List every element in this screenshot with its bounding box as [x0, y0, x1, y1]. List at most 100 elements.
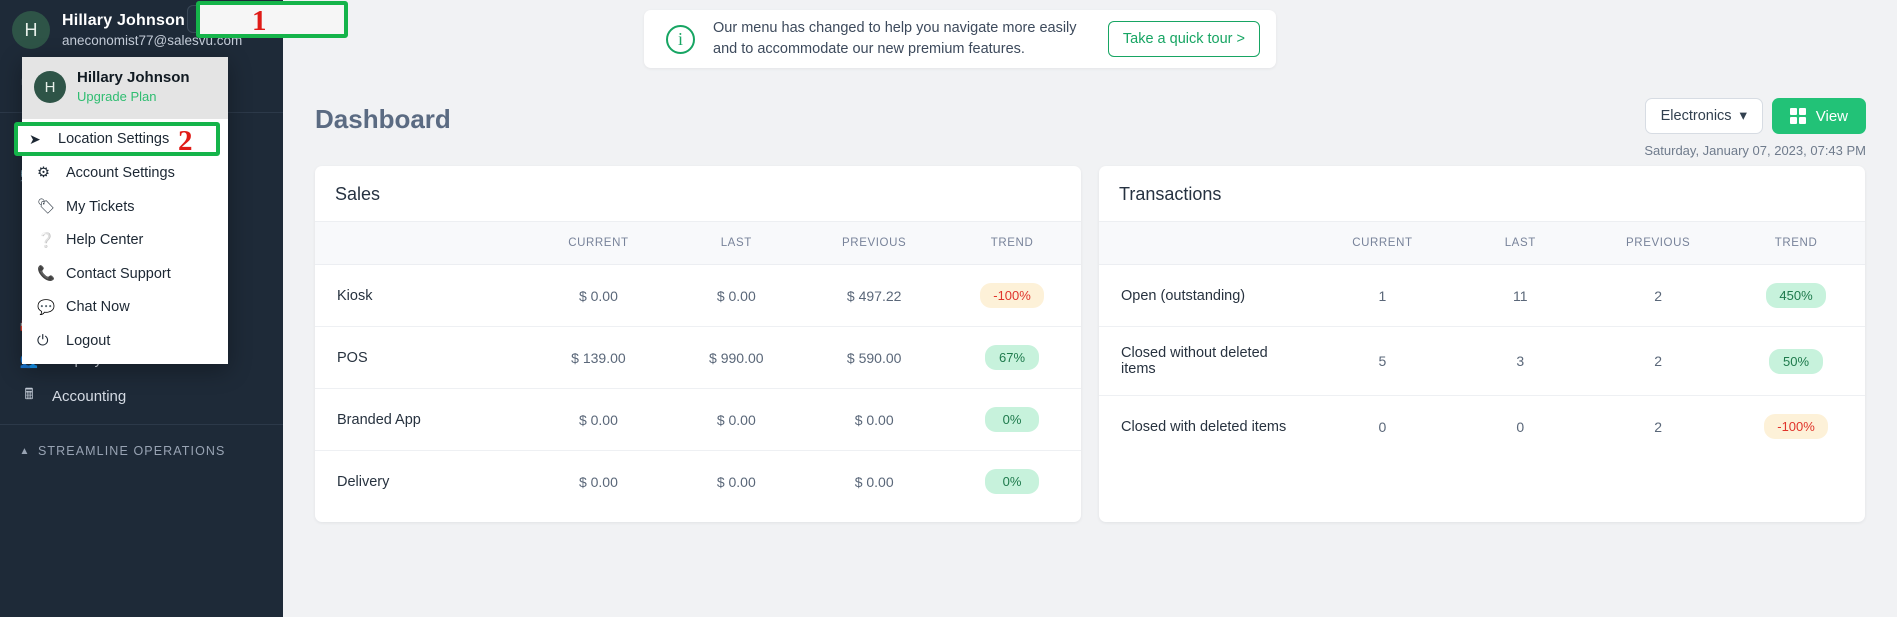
power-icon: ⏻ [37, 333, 63, 349]
menu-change-banner: i Our menu has changed to help you navig… [644, 10, 1276, 68]
cell-previous: $ 0.00 [805, 389, 943, 451]
take-a-quick-tour-button[interactable]: Take a quick tour > [1108, 21, 1260, 57]
card-bottom-edge [315, 512, 1081, 522]
dashboard-screen: H Hillary Johnson aneconomist77@salesvu.… [0, 0, 1897, 617]
row-label: POS [315, 327, 529, 389]
cell-previous: $ 0.00 [805, 451, 943, 513]
cell-previous: 2 [1589, 396, 1727, 458]
column-header: PREVIOUS [805, 222, 943, 265]
accounting-icon: 🖩 [12, 384, 46, 409]
column-header: LAST [667, 222, 805, 265]
row-label: Closed with deleted items [1099, 396, 1313, 458]
table-header-row: CURRENT LAST PREVIOUS TREND [1099, 222, 1865, 265]
view-button[interactable]: View [1772, 98, 1866, 134]
cell-previous: 2 [1589, 327, 1727, 396]
main-content: i Our menu has changed to help you navig… [283, 0, 1897, 617]
table-row: Delivery $ 0.00 $ 0.00 $ 0.00 0% [315, 451, 1081, 513]
cell-previous: 2 [1589, 265, 1727, 327]
cell-previous: $ 497.22 [805, 265, 943, 327]
sidebar-user-header[interactable]: H Hillary Johnson aneconomist77@salesvu.… [0, 0, 283, 62]
cell-last: $ 990.00 [667, 327, 805, 389]
divider [0, 424, 283, 425]
table-row: Open (outstanding) 1 11 2 450% [1099, 265, 1865, 327]
location-select-value: Electronics [1661, 108, 1732, 124]
column-header [315, 222, 529, 265]
info-circle-icon: i [666, 25, 695, 54]
trend-badge: 450% [1766, 283, 1825, 308]
location-arrow-icon: ➤ [37, 132, 63, 148]
sales-table: CURRENT LAST PREVIOUS TREND Kiosk $ 0.00… [315, 222, 1081, 512]
logout-menu-item[interactable]: ⏻ Logout [22, 324, 228, 358]
trend-badge: 0% [985, 407, 1039, 432]
cell-current: 1 [1313, 265, 1451, 327]
column-header: LAST [1451, 222, 1589, 265]
location-settings-menu-item[interactable]: ➤ Location Settings [22, 123, 228, 157]
caret-up-icon: ▲ [12, 446, 38, 457]
cell-current: $ 0.00 [529, 265, 667, 327]
menu-item-label: Logout [66, 333, 110, 349]
gear-icon: ⚙ [37, 165, 63, 181]
banner-line-1: Our menu has changed to help you navigat… [713, 18, 1108, 39]
table-header-row: CURRENT LAST PREVIOUS TREND [315, 222, 1081, 265]
cell-last: $ 0.00 [667, 451, 805, 513]
contact-support-menu-item[interactable]: 📞 Contact Support [22, 257, 228, 291]
collapse-sidebar-button[interactable]: ▲ [187, 5, 227, 33]
row-label: Branded App [315, 389, 529, 451]
chat-bubble-icon: 💬 [37, 299, 63, 316]
trend-badge: 50% [1769, 349, 1823, 374]
menu-item-label: Help Center [66, 232, 143, 248]
avatar: H [12, 11, 50, 49]
cell-previous: $ 590.00 [805, 327, 943, 389]
sidebar-group-streamline-operations[interactable]: ▲ STREAMLINE OPERATIONS [0, 434, 283, 468]
account-settings-menu-item[interactable]: ⚙ Account Settings [22, 157, 228, 191]
table-row: Branded App $ 0.00 $ 0.00 $ 0.00 0% [315, 389, 1081, 451]
phone-icon: 📞 [37, 265, 63, 282]
view-button-label: View [1816, 108, 1848, 125]
banner-text: Our menu has changed to help you navigat… [713, 18, 1108, 60]
cell-last: $ 0.00 [667, 389, 805, 451]
sidebar: H Hillary Johnson aneconomist77@salesvu.… [0, 0, 283, 617]
sales-card: Sales CURRENT LAST PREVIOUS TREND [315, 166, 1081, 522]
transactions-table: CURRENT LAST PREVIOUS TREND Open (outsta… [1099, 222, 1865, 457]
upgrade-plan-link[interactable]: Upgrade Plan [77, 89, 190, 105]
my-tickets-menu-item[interactable]: 🏷 My Tickets [22, 190, 228, 224]
column-header [1099, 222, 1313, 265]
cell-current: $ 0.00 [529, 389, 667, 451]
cell-current: $ 0.00 [529, 451, 667, 513]
column-header: TREND [1727, 222, 1865, 265]
trend-badge: 0% [985, 469, 1039, 494]
menu-item-label: My Tickets [66, 199, 134, 215]
cell-current: $ 139.00 [529, 327, 667, 389]
row-label: Delivery [315, 451, 529, 513]
cell-last: $ 0.00 [667, 265, 805, 327]
cell-last: 3 [1451, 327, 1589, 396]
timestamp: Saturday, January 07, 2023, 07:43 PM [1644, 143, 1866, 158]
grid-icon [1790, 108, 1806, 124]
cell-last: 11 [1451, 265, 1589, 327]
table-row: Closed with deleted items 0 0 2 -100% [1099, 396, 1865, 458]
trend-badge: -100% [1764, 414, 1828, 439]
column-header: TREND [943, 222, 1081, 265]
cell-current: 5 [1313, 327, 1451, 396]
sidebar-item-label: Accounting [52, 388, 126, 405]
profile-dropdown-menu: H Hillary Johnson Upgrade Plan ➤ Locatio… [22, 57, 228, 364]
help-center-menu-item[interactable]: ❔ Help Center [22, 224, 228, 258]
column-header: CURRENT [529, 222, 667, 265]
cell-current: 0 [1313, 396, 1451, 458]
column-header: CURRENT [1313, 222, 1451, 265]
avatar: H [34, 71, 66, 103]
menu-item-label: Contact Support [66, 266, 171, 282]
dropdown-user-name: Hillary Johnson [77, 69, 190, 88]
page-title: Dashboard [315, 104, 451, 135]
table-row: Closed without deleted items 5 3 2 50% [1099, 327, 1865, 396]
sidebar-item-accounting[interactable]: 🖩 Accounting [0, 378, 283, 415]
trend-badge: -100% [980, 283, 1044, 308]
chat-now-menu-item[interactable]: 💬 Chat Now [22, 291, 228, 325]
tickets-icon: 🏷 [37, 198, 63, 215]
location-select[interactable]: Electronics ▾ [1645, 98, 1763, 134]
row-label: Kiosk [315, 265, 529, 327]
transactions-card: Transactions CURRENT LAST PREVIOUS TREND [1099, 166, 1865, 522]
sales-card-title: Sales [315, 166, 1081, 222]
banner-line-2: and to accommodate our new premium featu… [713, 39, 1108, 60]
trend-badge: 67% [985, 345, 1039, 370]
